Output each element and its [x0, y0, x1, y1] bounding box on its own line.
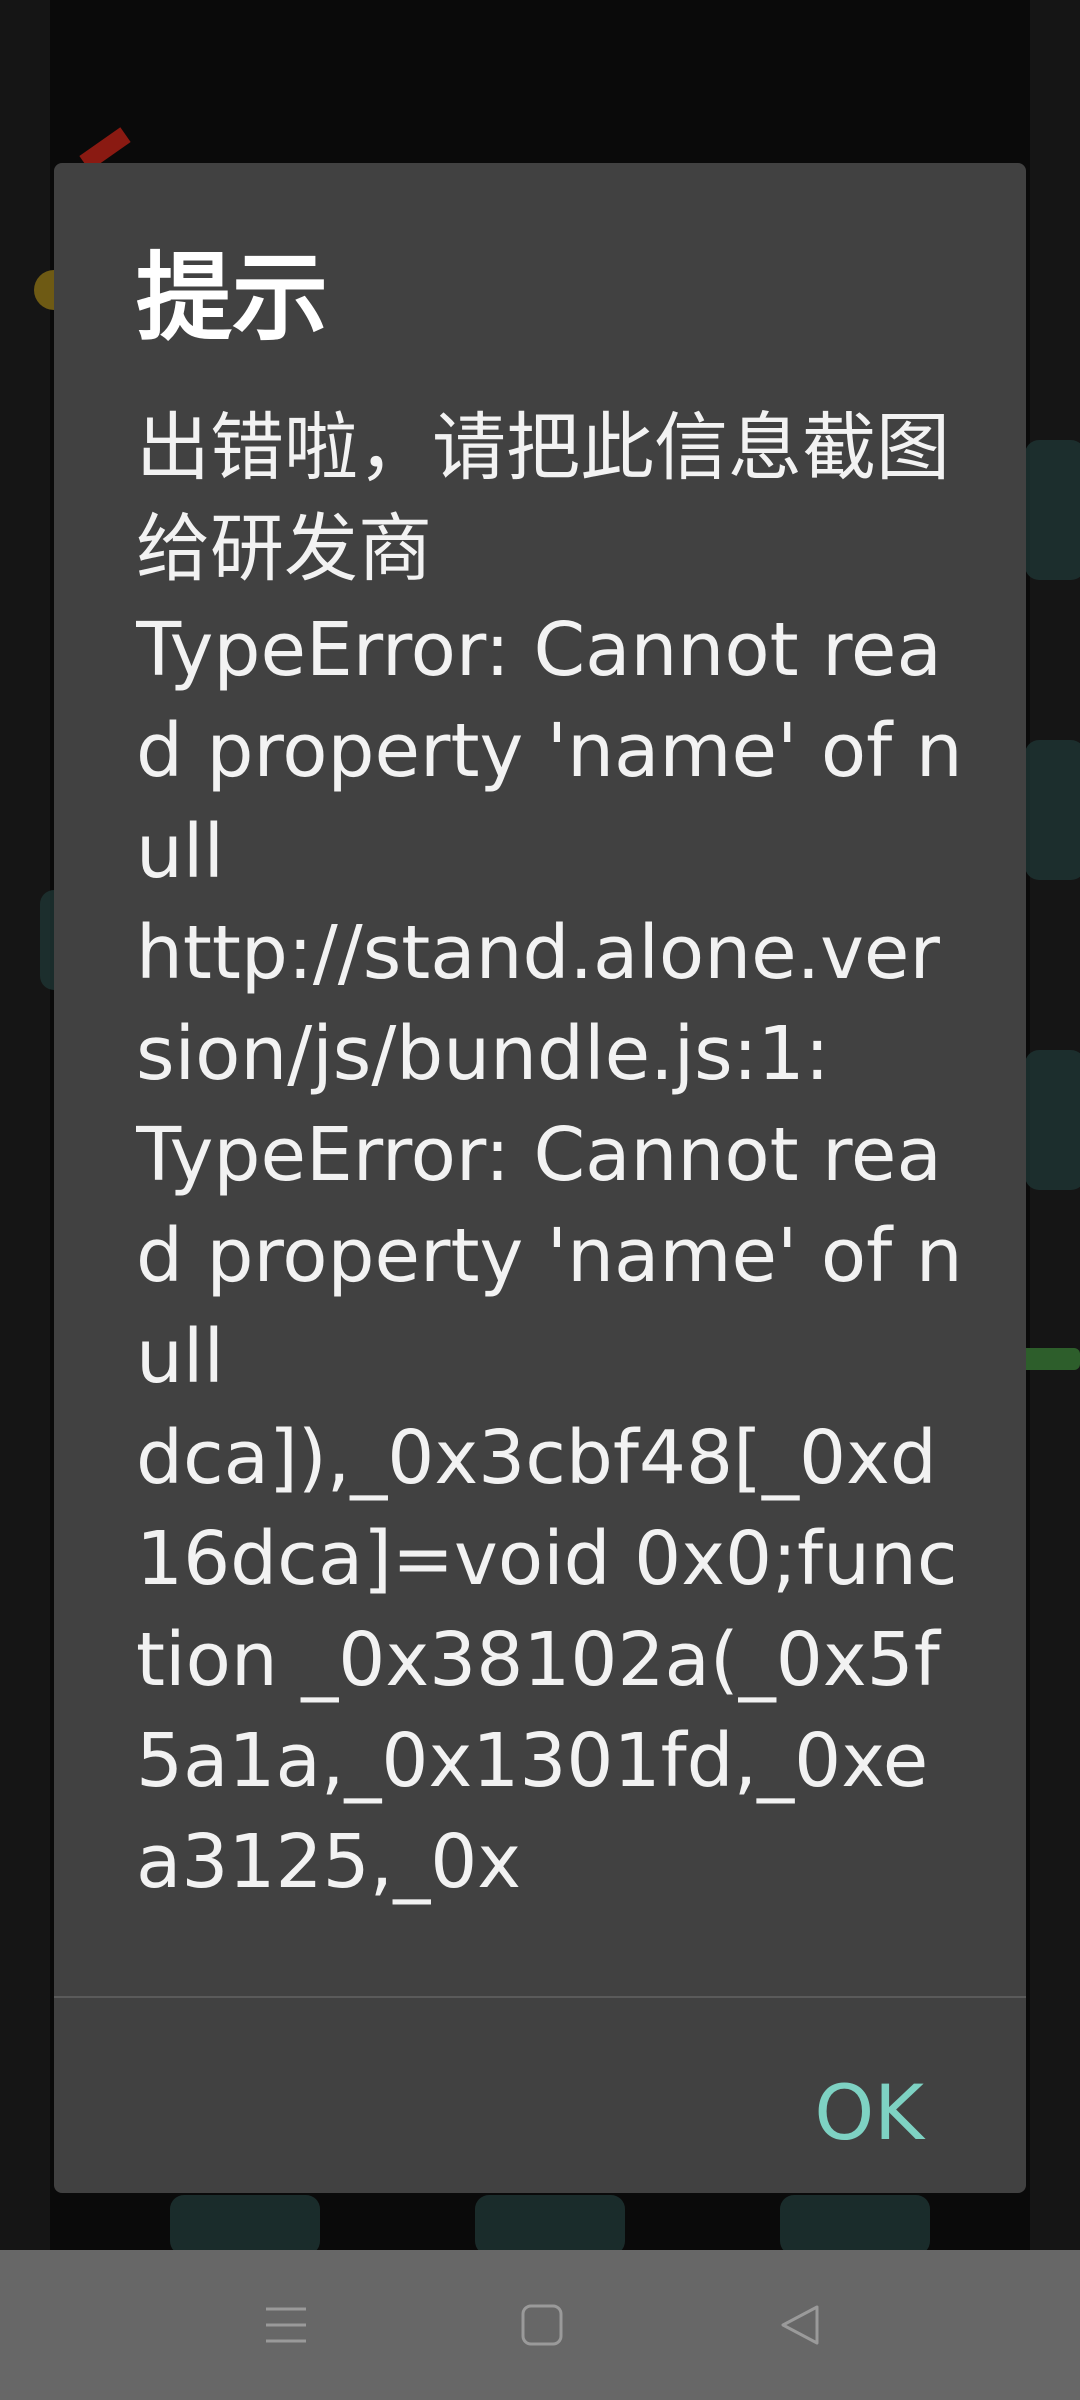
home-button[interactable] — [502, 2285, 582, 2365]
error-dialog: 提示 出错啦，请把此信息截图给研发商 TypeError: Cannot rea… — [54, 163, 1026, 2193]
background-column — [0, 0, 50, 2250]
dialog-title: 提示 — [136, 242, 328, 354]
background-tile — [1025, 440, 1080, 580]
menu-lines-icon — [266, 2307, 306, 2343]
back-button[interactable] — [760, 2285, 840, 2365]
background-tile — [1025, 1050, 1080, 1190]
ok-button[interactable]: OK — [804, 2043, 934, 2183]
background-green-bar — [1020, 1348, 1080, 1370]
background-tile — [1025, 740, 1080, 880]
background-tile — [170, 2195, 320, 2250]
dialog-scroll-area[interactable]: 出错啦，请把此信息截图给研发商 TypeError: Cannot read p… — [136, 398, 966, 2158]
navigation-bar — [0, 2250, 1080, 2400]
background-tile — [475, 2195, 625, 2250]
error-message: 出错啦，请把此信息截图给研发商 TypeError: Cannot read p… — [136, 405, 963, 1905]
square-home-icon — [521, 2304, 563, 2346]
recent-apps-button[interactable] — [246, 2285, 326, 2365]
triangle-back-icon — [781, 2305, 819, 2345]
background-tile — [780, 2195, 930, 2250]
dialog-divider — [54, 1996, 1026, 1998]
